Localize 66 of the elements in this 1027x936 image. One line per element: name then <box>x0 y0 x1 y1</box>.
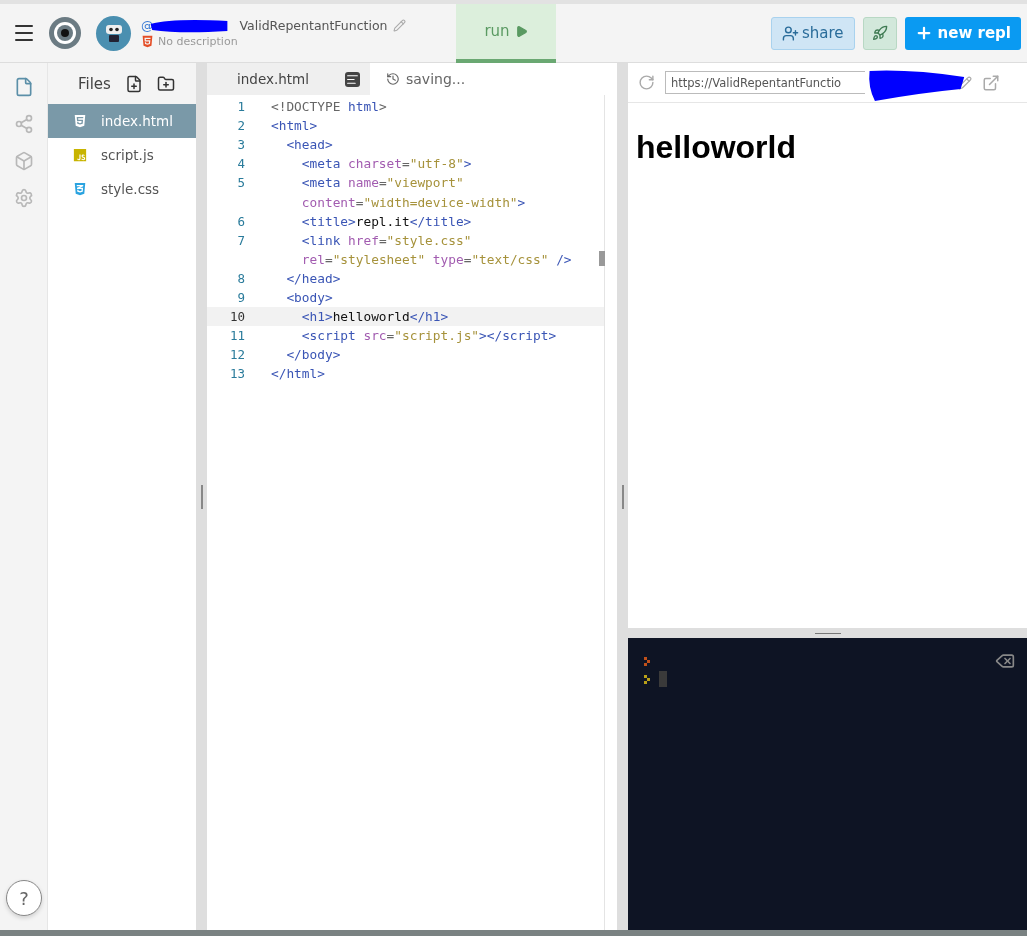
code-line: <script src="script.js"></script> <box>300 328 557 344</box>
cube-icon[interactable] <box>13 151 34 171</box>
line-number: 3 <box>236 137 245 153</box>
line-number: 9 <box>236 290 245 305</box>
share-icon[interactable] <box>13 114 34 134</box>
line-number: 12 <box>228 347 245 363</box>
clear-console-button[interactable] <box>995 651 1015 671</box>
html-file-icon <box>141 35 154 48</box>
deploy-button[interactable] <box>862 16 897 50</box>
line-number: 8 <box>236 270 245 286</box>
settings-icon[interactable] <box>13 188 34 208</box>
help-button[interactable]: ? <box>6 880 42 916</box>
repl-name[interactable]: ValidRepentantFunction <box>239 18 388 33</box>
files-title: Files <box>78 74 111 93</box>
user-plus-icon <box>782 24 799 42</box>
splitter-handle[interactable] <box>628 628 1027 638</box>
code-line: <meta charset="utf-8"> <box>300 156 472 172</box>
avatar[interactable] <box>96 15 131 51</box>
robot-icon <box>103 24 124 42</box>
scrollbar-thumb[interactable] <box>599 251 605 266</box>
format-icon[interactable] <box>345 71 360 87</box>
line-number: 11 <box>228 328 245 344</box>
code-line: </body> <box>285 347 341 363</box>
user-prefix: @ <box>141 18 154 33</box>
code-line: <link href="style.css" <box>300 232 472 248</box>
save-status: saving... <box>406 71 466 87</box>
logo-icon <box>48 16 82 50</box>
refresh-icon[interactable] <box>638 74 655 91</box>
code-line: <head> <box>285 137 333 153</box>
line-number: 4 <box>236 156 245 172</box>
code-line: <body> <box>285 290 333 305</box>
code-line: <meta name="viewport" <box>300 175 464 191</box>
page-heading: helloworld <box>636 129 797 166</box>
line-number: 10 <box>228 309 245 325</box>
js-file-icon <box>73 148 87 162</box>
line-number: 5 <box>236 175 245 191</box>
splitter-handle[interactable] <box>617 63 628 930</box>
new-file-icon[interactable] <box>124 74 143 93</box>
code-line: <h1>helloworld</h1> <box>300 309 449 325</box>
file-item[interactable]: script.js <box>48 138 196 172</box>
rocket-icon <box>871 25 888 41</box>
line-number: 6 <box>236 213 245 229</box>
line-number: 7 <box>236 232 245 248</box>
css-file-icon <box>73 182 87 196</box>
url-field[interactable]: https://ValidRepentantFunctio <box>665 71 865 94</box>
history-icon <box>386 72 400 86</box>
code-line: </html> <box>271 366 325 382</box>
html-file-icon <box>73 114 87 128</box>
file-item[interactable]: style.css <box>48 172 196 206</box>
code-line: </head> <box>285 270 341 286</box>
code-line: <title>repl.it</title> <box>300 213 472 229</box>
splitter-handle[interactable] <box>196 63 207 930</box>
pencil-icon[interactable] <box>958 75 972 90</box>
editor-tab[interactable]: index.html <box>207 63 370 95</box>
share-button[interactable]: share <box>771 16 855 50</box>
code-line: rel="stylesheet" type="text/css" /> <box>300 251 572 267</box>
code-line: <!DOCTYPE html> <box>271 99 387 115</box>
line-number: 2 <box>236 118 245 134</box>
line-number: 13 <box>228 366 245 382</box>
line-number: 1 <box>236 99 245 115</box>
code-line: <html> <box>271 118 318 134</box>
code-line: content="width=device-width"> <box>300 194 526 210</box>
external-link-icon[interactable] <box>982 73 1000 92</box>
new-folder-icon[interactable] <box>156 74 175 93</box>
text-cursor <box>659 671 667 687</box>
play-icon <box>514 24 528 38</box>
